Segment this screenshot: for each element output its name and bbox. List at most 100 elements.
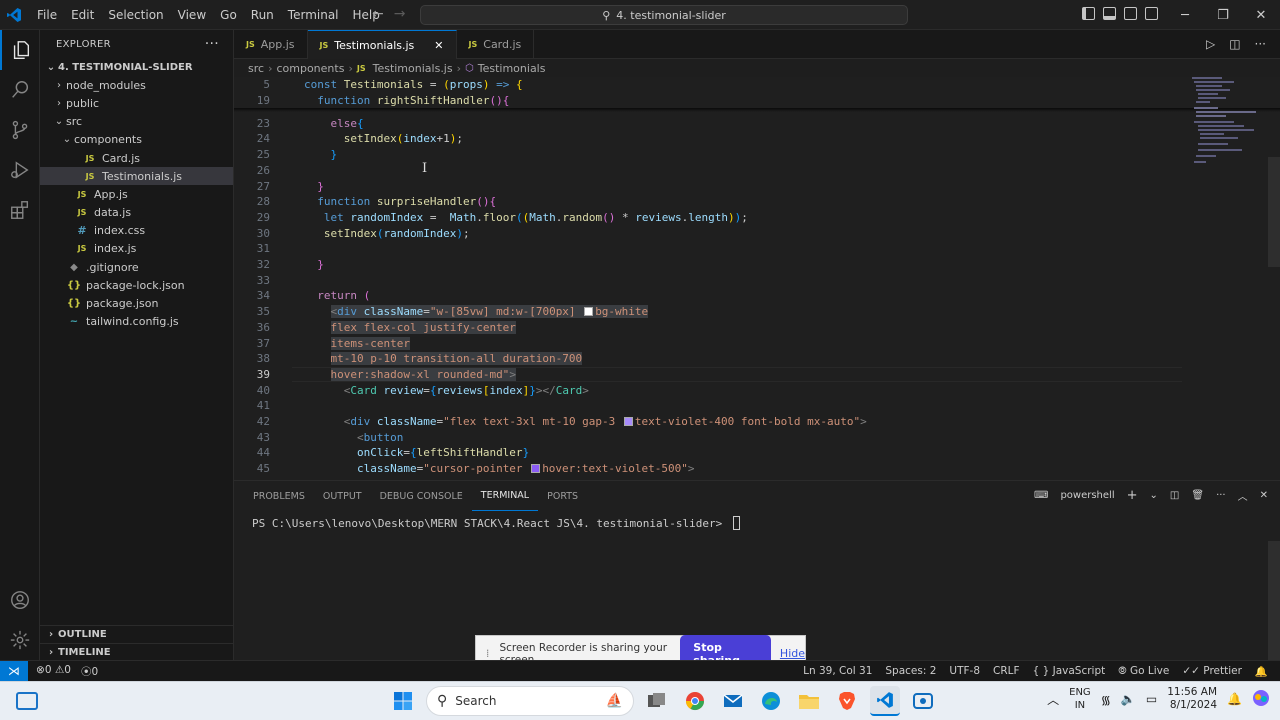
tree-item[interactable]: ⌄ src [40,113,233,131]
breadcrumb-src[interactable]: src [248,62,264,75]
manage-gear-icon[interactable] [0,620,40,660]
notifications-bell-icon[interactable]: 🔔 [1255,665,1268,678]
clock[interactable]: 11:56 AM 8/1/2024 [1167,686,1217,712]
minimap[interactable] [1192,77,1266,177]
tree-item[interactable]: JS Testimonials.js [40,167,233,186]
back-arrow-icon[interactable]: ← [372,6,384,22]
edge-icon[interactable] [756,686,786,716]
tree-item[interactable]: JS Card.js [40,149,233,167]
windows-start-icon[interactable] [388,686,418,716]
menu-item-view[interactable]: View [171,0,213,30]
more-actions-icon[interactable]: ··· [1216,490,1226,501]
tree-item[interactable]: JS App.js [40,185,233,203]
vscode-taskbar-icon[interactable] [870,686,900,716]
minimize-icon[interactable]: ─ [1166,0,1204,30]
taskbar-search[interactable]: ⚲ Search ⛵ [426,686,634,716]
hide-link[interactable]: Hide [780,647,805,660]
terminal-shell-label[interactable]: powershell [1060,490,1114,501]
toggle-panel-icon[interactable] [1103,7,1116,20]
indentation[interactable]: Spaces: 2 [885,665,936,678]
editor-scrollbar[interactable] [1268,157,1280,267]
chrome-icon[interactable] [680,686,710,716]
panel-tab-debug-console[interactable]: DEBUG CONSOLE [371,481,472,511]
menu-item-go[interactable]: Go [213,0,244,30]
maximize-panel-icon[interactable]: ︿ [1238,488,1248,503]
copilot-icon[interactable] [1252,689,1270,710]
restore-icon[interactable]: ❐ [1204,0,1242,30]
extensions-icon[interactable] [0,190,40,230]
task-view-icon[interactable] [642,686,672,716]
toggle-secondary-sidebar-icon[interactable] [1124,7,1137,20]
menu-item-file[interactable]: File [30,0,64,30]
tree-item[interactable]: # index.css [40,222,233,240]
volume-icon[interactable]: 🔈 [1121,692,1136,706]
split-editor-icon[interactable]: ◫ [1229,37,1240,51]
code-editor[interactable]: 5 const Testimonials = (props) => {19 fun… [234,77,1280,480]
close-panel-icon[interactable]: ✕ [1260,490,1268,501]
cursor-position[interactable]: Ln 39, Col 31 [803,665,872,678]
tab-app-js[interactable]: JS App.js [234,30,308,59]
tree-item[interactable]: {} package.json [40,294,233,312]
panel-tab-ports[interactable]: PORTS [538,481,587,511]
search-icon[interactable] [0,70,40,110]
wifi-icon[interactable]: ᯾ [1101,691,1111,708]
menu-item-selection[interactable]: Selection [101,0,170,30]
prettier-status[interactable]: ✓✓ Prettier [1182,665,1242,678]
remote-indicator-icon[interactable]: ⋊ [0,660,28,682]
tree-item[interactable]: ◆ .gitignore [40,258,233,276]
toggle-primary-sidebar-icon[interactable] [1082,7,1095,20]
trash-icon[interactable]: 🗑 [1191,490,1204,501]
panel-tab-problems[interactable]: PROBLEMS [244,481,314,511]
breadcrumb-components[interactable]: components [276,62,344,75]
notification-bell-icon[interactable]: 🔔 [1227,692,1242,706]
terminal-output[interactable]: PS C:\Users\lenovo\Desktop\MERN STACK\4.… [252,516,740,530]
tree-item[interactable]: ~ tailwind.config.js [40,313,233,331]
close-icon[interactable]: ✕ [1242,0,1280,30]
tree-item[interactable]: › node_modules [40,76,233,94]
tree-item[interactable]: ⌄ components [40,131,233,149]
end-of-line[interactable]: CRLF [993,665,1020,678]
brave-icon[interactable] [832,686,862,716]
file-explorer-icon[interactable] [794,686,824,716]
more-actions-icon[interactable]: ··· [1255,37,1266,51]
more-actions-icon[interactable]: ··· [205,36,219,52]
outline-section[interactable]: › OUTLINE [40,625,234,643]
breadcrumb-symbol[interactable]: Testimonials [478,62,546,75]
command-center-search[interactable]: ⚲ 4. testimonial-slider [420,5,908,25]
new-terminal-icon[interactable]: + [1127,488,1138,503]
panel-tab-output[interactable]: OUTPUT [314,481,371,511]
panel-tab-terminal[interactable]: TERMINAL [471,481,539,511]
source-control-icon[interactable] [0,110,40,150]
account-icon[interactable] [0,580,40,620]
timeline-section[interactable]: › TIMELINE [40,643,234,661]
ports-status[interactable]: ⦿0 [81,664,98,679]
customize-layout-icon[interactable] [1145,7,1158,20]
tree-item[interactable]: {} package-lock.json [40,276,233,294]
language-mode[interactable]: { } JavaScript [1033,665,1106,678]
language-indicator[interactable]: ENG IN [1069,686,1091,712]
panel-scrollbar[interactable] [1268,541,1280,661]
encoding[interactable]: UTF-8 [949,665,980,678]
split-terminal-icon[interactable]: ◫ [1170,490,1179,501]
menu-item-run[interactable]: Run [244,0,281,30]
run-debug-icon[interactable] [0,150,40,190]
mail-icon[interactable] [718,686,748,716]
go-live-button[interactable]: ⦾ Go Live [1118,665,1169,678]
tree-item[interactable]: › public [40,94,233,112]
screen-recorder-icon[interactable] [908,686,938,716]
run-icon[interactable]: ▷ [1206,37,1215,51]
problems-status[interactable]: ⊗0 ⚠0 [36,664,71,679]
explorer-icon[interactable] [0,30,40,70]
widgets-icon[interactable] [16,692,38,710]
tab-card-js[interactable]: JS Card.js [457,30,535,59]
menu-item-terminal[interactable]: Terminal [281,0,346,30]
drag-handle-icon[interactable]: ⁞ [482,648,493,660]
close-tab-icon[interactable]: ✕ [434,39,443,52]
breadcrumb-file[interactable]: Testimonials.js [373,62,453,75]
tab-testimonials-js[interactable]: JS Testimonials.js ✕ [307,30,457,59]
workspace-root-folder[interactable]: ⌄ 4. TESTIMONIAL-SLIDER [40,58,233,76]
chevron-down-icon[interactable]: ⌄ [1150,490,1158,501]
tree-item[interactable]: JS index.js [40,240,233,258]
menu-item-edit[interactable]: Edit [64,0,101,30]
forward-arrow-icon[interactable]: → [394,6,406,22]
